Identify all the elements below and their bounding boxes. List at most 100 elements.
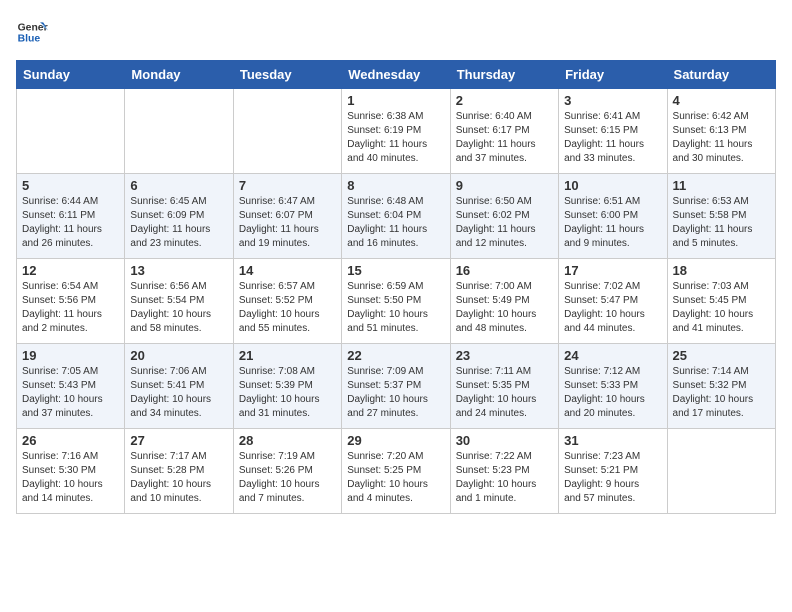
col-header-tuesday: Tuesday [233,61,341,89]
day-number: 29 [347,433,444,448]
calendar-week-row: 26 Sunrise: 7:16 AM Sunset: 5:30 PM Dayli… [17,429,776,514]
calendar-cell: 29 Sunrise: 7:20 AM Sunset: 5:25 PM Dayli… [342,429,450,514]
calendar-cell: 5 Sunrise: 6:44 AM Sunset: 6:11 PM Daylig… [17,174,125,259]
day-info: Sunrise: 7:05 AM Sunset: 5:43 PM Dayligh… [22,365,119,421]
day-info: Sunrise: 6:40 AM Sunset: 6:17 PM Dayligh… [456,110,553,166]
day-number: 20 [130,348,227,363]
calendar-cell: 7Sunrise: 6:47 AM Sunset: 6:07 PM Daylig… [233,174,341,259]
calendar-week-row: 5 Sunrise: 6:44 AM Sunset: 6:11 PM Daylig… [17,174,776,259]
logo-icon: General Blue [16,16,48,48]
day-number: 10 [564,178,661,193]
day-info: Sunrise: 7:09 AM Sunset: 5:37 PM Dayligh… [347,365,444,421]
calendar-cell [233,89,341,174]
calendar-cell: 16 Sunrise: 7:00 AM Sunset: 5:49 PM Dayli… [450,259,558,344]
calendar-cell: 12 Sunrise: 6:54 AM Sunset: 5:56 PM Dayli… [17,259,125,344]
day-info: Sunrise: 7:02 AM Sunset: 5:47 PM Dayligh… [564,280,661,336]
col-header-monday: Monday [125,61,233,89]
day-info: Sunrise: 7:23 AM Sunset: 5:21 PM Dayligh… [564,450,661,506]
calendar-cell: 2 Sunrise: 6:40 AM Sunset: 6:17 PM Daylig… [450,89,558,174]
calendar-cell: 27 Sunrise: 7:17 AM Sunset: 5:28 PM Dayli… [125,429,233,514]
day-info: Sunrise: 6:51 AM Sunset: 6:00 PM Dayligh… [564,195,661,251]
calendar-cell: 4 Sunrise: 6:42 AM Sunset: 6:13 PM Daylig… [667,89,775,174]
calendar-cell: 9 Sunrise: 6:50 AM Sunset: 6:02 PM Daylig… [450,174,558,259]
day-number: 9 [456,178,553,193]
day-info: Sunrise: 6:44 AM Sunset: 6:11 PM Dayligh… [22,195,119,251]
calendar-cell: 30Sunrise: 7:22 AM Sunset: 5:23 PM Dayli… [450,429,558,514]
day-info: Sunrise: 7:16 AM Sunset: 5:30 PM Dayligh… [22,450,119,506]
calendar-cell: 6 Sunrise: 6:45 AM Sunset: 6:09 PM Daylig… [125,174,233,259]
day-info: Sunrise: 7:00 AM Sunset: 5:49 PM Dayligh… [456,280,553,336]
day-number: 27 [130,433,227,448]
day-info: Sunrise: 6:42 AM Sunset: 6:13 PM Dayligh… [673,110,770,166]
calendar-cell [125,89,233,174]
calendar-week-row: 12 Sunrise: 6:54 AM Sunset: 5:56 PM Dayli… [17,259,776,344]
calendar-cell: 28 Sunrise: 7:19 AM Sunset: 5:26 PM Dayli… [233,429,341,514]
day-number: 6 [130,178,227,193]
calendar-cell: 11 Sunrise: 6:53 AM Sunset: 5:58 PM Dayli… [667,174,775,259]
day-number: 23 [456,348,553,363]
day-info: Sunrise: 7:12 AM Sunset: 5:33 PM Dayligh… [564,365,661,421]
day-number: 30 [456,433,553,448]
calendar-cell: 24 Sunrise: 7:12 AM Sunset: 5:33 PM Dayli… [559,344,667,429]
day-number: 14 [239,263,336,278]
col-header-friday: Friday [559,61,667,89]
calendar-cell: 26 Sunrise: 7:16 AM Sunset: 5:30 PM Dayli… [17,429,125,514]
day-info: Sunrise: 6:48 AM Sunset: 6:04 PM Dayligh… [347,195,444,251]
day-number: 28 [239,433,336,448]
col-header-wednesday: Wednesday [342,61,450,89]
svg-text:Blue: Blue [18,34,41,45]
day-number: 16 [456,263,553,278]
day-info: Sunrise: 6:50 AM Sunset: 6:02 PM Dayligh… [456,195,553,251]
day-info: Sunrise: 7:14 AM Sunset: 5:32 PM Dayligh… [673,365,770,421]
day-info: Sunrise: 6:59 AM Sunset: 5:50 PM Dayligh… [347,280,444,336]
calendar-cell: 18Sunrise: 7:03 AM Sunset: 5:45 PM Dayli… [667,259,775,344]
page-header: General Blue [16,16,776,48]
day-number: 4 [673,93,770,108]
day-number: 8 [347,178,444,193]
day-info: Sunrise: 7:06 AM Sunset: 5:41 PM Dayligh… [130,365,227,421]
col-header-thursday: Thursday [450,61,558,89]
day-info: Sunrise: 6:38 AM Sunset: 6:19 PM Dayligh… [347,110,444,166]
day-number: 13 [130,263,227,278]
day-number: 25 [673,348,770,363]
logo: General Blue [16,16,48,48]
day-info: Sunrise: 7:19 AM Sunset: 5:26 PM Dayligh… [239,450,336,506]
calendar-cell: 20 Sunrise: 7:06 AM Sunset: 5:41 PM Dayli… [125,344,233,429]
calendar-cell: 31 Sunrise: 7:23 AM Sunset: 5:21 PM Dayli… [559,429,667,514]
calendar-cell [17,89,125,174]
calendar-cell: 3 Sunrise: 6:41 AM Sunset: 6:15 PM Daylig… [559,89,667,174]
day-number: 2 [456,93,553,108]
calendar-cell: 19Sunrise: 7:05 AM Sunset: 5:43 PM Dayli… [17,344,125,429]
calendar-week-row: 1Sunrise: 6:38 AM Sunset: 6:19 PM Daylig… [17,89,776,174]
day-number: 31 [564,433,661,448]
day-info: Sunrise: 6:54 AM Sunset: 5:56 PM Dayligh… [22,280,119,336]
day-number: 26 [22,433,119,448]
day-info: Sunrise: 7:20 AM Sunset: 5:25 PM Dayligh… [347,450,444,506]
calendar-cell: 10 Sunrise: 6:51 AM Sunset: 6:00 PM Dayli… [559,174,667,259]
day-number: 24 [564,348,661,363]
calendar-cell: 13 Sunrise: 6:56 AM Sunset: 5:54 PM Dayli… [125,259,233,344]
col-header-saturday: Saturday [667,61,775,89]
day-info: Sunrise: 6:45 AM Sunset: 6:09 PM Dayligh… [130,195,227,251]
day-info: Sunrise: 7:17 AM Sunset: 5:28 PM Dayligh… [130,450,227,506]
day-number: 5 [22,178,119,193]
day-info: Sunrise: 7:11 AM Sunset: 5:35 PM Dayligh… [456,365,553,421]
day-info: Sunrise: 6:47 AM Sunset: 6:07 PM Dayligh… [239,195,336,251]
calendar-cell: 15Sunrise: 6:59 AM Sunset: 5:50 PM Dayli… [342,259,450,344]
calendar-cell: 14 Sunrise: 6:57 AM Sunset: 5:52 PM Dayli… [233,259,341,344]
calendar-cell: 23 Sunrise: 7:11 AM Sunset: 5:35 PM Dayli… [450,344,558,429]
day-info: Sunrise: 6:53 AM Sunset: 5:58 PM Dayligh… [673,195,770,251]
calendar-cell: 8 Sunrise: 6:48 AM Sunset: 6:04 PM Daylig… [342,174,450,259]
day-number: 12 [22,263,119,278]
calendar-cell: 25 Sunrise: 7:14 AM Sunset: 5:32 PM Dayli… [667,344,775,429]
calendar-cell: 21Sunrise: 7:08 AM Sunset: 5:39 PM Dayli… [233,344,341,429]
day-number: 11 [673,178,770,193]
calendar-week-row: 19Sunrise: 7:05 AM Sunset: 5:43 PM Dayli… [17,344,776,429]
day-info: Sunrise: 6:57 AM Sunset: 5:52 PM Dayligh… [239,280,336,336]
calendar-header-row: SundayMondayTuesdayWednesdayThursdayFrid… [17,61,776,89]
day-info: Sunrise: 6:41 AM Sunset: 6:15 PM Dayligh… [564,110,661,166]
day-number: 3 [564,93,661,108]
day-info: Sunrise: 6:56 AM Sunset: 5:54 PM Dayligh… [130,280,227,336]
calendar-cell [667,429,775,514]
day-number: 22 [347,348,444,363]
